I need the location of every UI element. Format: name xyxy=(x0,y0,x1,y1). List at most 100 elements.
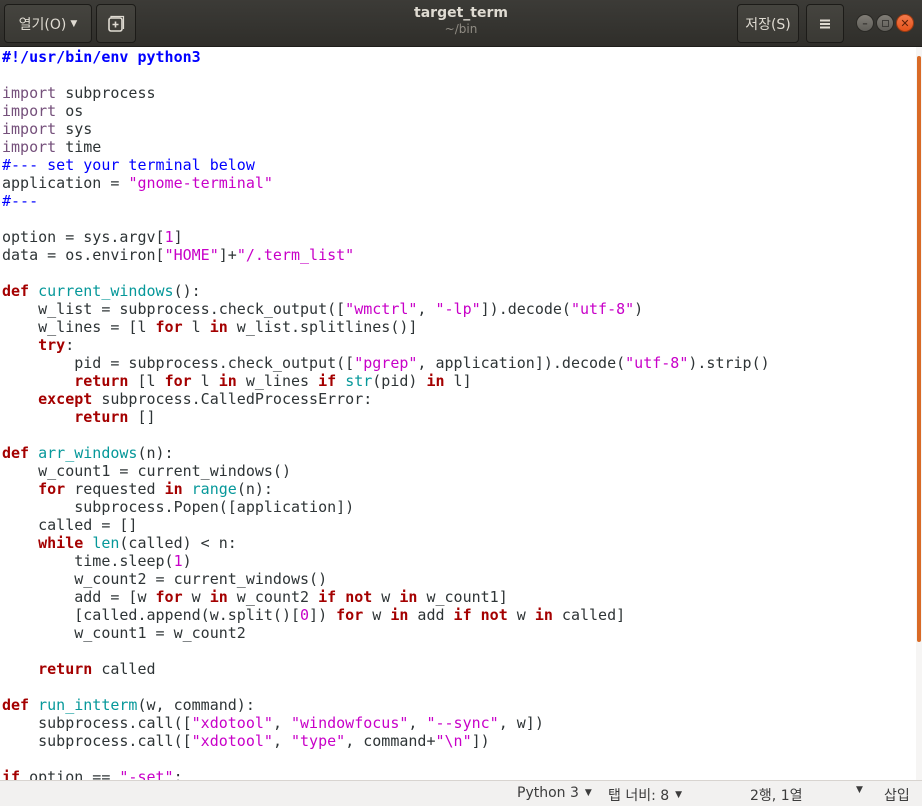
string-literal: "--sync" xyxy=(426,714,499,732)
string-literal: "pgrep" xyxy=(354,354,418,372)
code-text: [] xyxy=(128,408,156,426)
chevron-down-icon: ▼ xyxy=(675,790,683,800)
code-text: ]) xyxy=(309,606,337,624)
keyword: for xyxy=(38,480,66,498)
code-text: ]) xyxy=(471,732,490,750)
keyword: return xyxy=(74,372,129,390)
code-text: w xyxy=(363,606,391,624)
code-line: subprocess.call(["xdotool", "windowfocus… xyxy=(2,714,770,732)
code-line: while len(called) < n: xyxy=(2,534,770,552)
code-text: , w]) xyxy=(498,714,544,732)
code-text: called] xyxy=(552,606,626,624)
keyword: while xyxy=(38,534,84,552)
code-text: time.sleep( xyxy=(2,552,174,570)
builtin-name: str xyxy=(345,372,373,390)
cursor-position-selector[interactable]: 2행, 1열 xyxy=(750,785,802,805)
keyword: try xyxy=(38,336,66,354)
code-line: time.sleep(1) xyxy=(2,552,770,570)
keyword: in xyxy=(209,588,228,606)
minimize-icon: – xyxy=(862,16,868,30)
code-line: w_lines = [l for l in w_list.splitlines(… xyxy=(2,318,770,336)
close-button[interactable]: ✕ xyxy=(896,14,914,32)
scrollbar-thumb[interactable] xyxy=(917,56,921,642)
string-literal: "xdotool" xyxy=(191,732,273,750)
code-line: def arr_windows(n): xyxy=(2,444,770,462)
tab-width-selector[interactable]: 탭 너비: 8 ▼ xyxy=(608,785,682,805)
code-text: l] xyxy=(444,372,472,390)
language-label: Python 3 xyxy=(517,785,579,801)
function-name: arr_windows xyxy=(38,444,138,462)
string-literal: "gnome-terminal" xyxy=(128,174,273,192)
number-literal: 1 xyxy=(173,552,183,570)
cursor-position-dropdown[interactable]: ▼ xyxy=(850,785,863,795)
menu-button[interactable] xyxy=(806,4,844,43)
code-text: w_count1 = w_count2 xyxy=(2,624,246,642)
code-editor[interactable]: #!/usr/bin/env python3 import subprocess… xyxy=(0,47,916,780)
code-line: if option == "-set": xyxy=(2,768,770,780)
code-text: subprocess.CalledProcessError: xyxy=(92,390,373,408)
chevron-down-icon: ▼ xyxy=(70,18,78,29)
code-text: [called.append(w.split()[ xyxy=(2,606,301,624)
keyword: def xyxy=(2,696,30,714)
vertical-scrollbar[interactable] xyxy=(916,47,922,780)
code-text: ).strip() xyxy=(688,354,770,372)
code-text: ] xyxy=(173,228,183,246)
code-text: w_list.splitlines()] xyxy=(227,318,418,336)
code-line: #!/usr/bin/env python3 xyxy=(2,48,770,66)
insert-mode-indicator[interactable]: 삽입 xyxy=(884,785,910,805)
code-line: add = [w for w in w_count2 if not w in w… xyxy=(2,588,770,606)
code-line: import time xyxy=(2,138,770,156)
code-text: (): xyxy=(173,282,201,300)
code-line: import os xyxy=(2,102,770,120)
keyword: if xyxy=(318,372,337,390)
code-line: pid = subprocess.check_output(["pgrep", … xyxy=(2,354,770,372)
import-keyword: import xyxy=(2,102,57,120)
string-literal: "windowfocus" xyxy=(291,714,409,732)
keyword: for xyxy=(336,606,364,624)
code-line: w_list = subprocess.check_output(["wmctr… xyxy=(2,300,770,318)
new-document-icon xyxy=(108,15,125,32)
code-text: (n): xyxy=(236,480,273,498)
comment: #--- set your terminal below xyxy=(2,156,255,174)
save-button[interactable]: 저장(S) xyxy=(737,4,799,43)
string-literal: "wmctrl" xyxy=(345,300,418,318)
chevron-down-icon: ▼ xyxy=(856,785,863,795)
language-selector[interactable]: Python 3 ▼ xyxy=(517,785,592,801)
open-button[interactable]: 열기(O) ▼ xyxy=(4,4,92,43)
shebang: #!/usr/bin/env python3 xyxy=(2,48,201,66)
code-text: subprocess.call([ xyxy=(2,714,192,732)
keyword: not xyxy=(480,606,508,624)
code-line: import subprocess xyxy=(2,84,770,102)
minimize-button[interactable]: – xyxy=(856,14,874,32)
function-name: current_windows xyxy=(38,282,174,300)
new-document-button[interactable] xyxy=(96,4,136,43)
code-text: w xyxy=(507,606,535,624)
code-text: (n): xyxy=(137,444,174,462)
maximize-button[interactable] xyxy=(876,14,894,32)
keyword: in xyxy=(164,480,183,498)
keyword: in xyxy=(218,372,237,390)
code-text: option == xyxy=(20,768,120,780)
code-text: w_lines = [l xyxy=(2,318,156,336)
code-text: requested xyxy=(65,480,165,498)
code-text: #!/usr/bin/env python3 import subprocess… xyxy=(2,48,770,780)
builtin-name: range xyxy=(191,480,237,498)
import-keyword: import xyxy=(2,84,57,102)
comment: #--- xyxy=(2,192,39,210)
keyword: for xyxy=(155,318,183,336)
code-line: return [] xyxy=(2,408,770,426)
code-line: option = sys.argv[1] xyxy=(2,228,770,246)
string-literal: "xdotool" xyxy=(191,714,273,732)
code-text: ) xyxy=(634,300,644,318)
